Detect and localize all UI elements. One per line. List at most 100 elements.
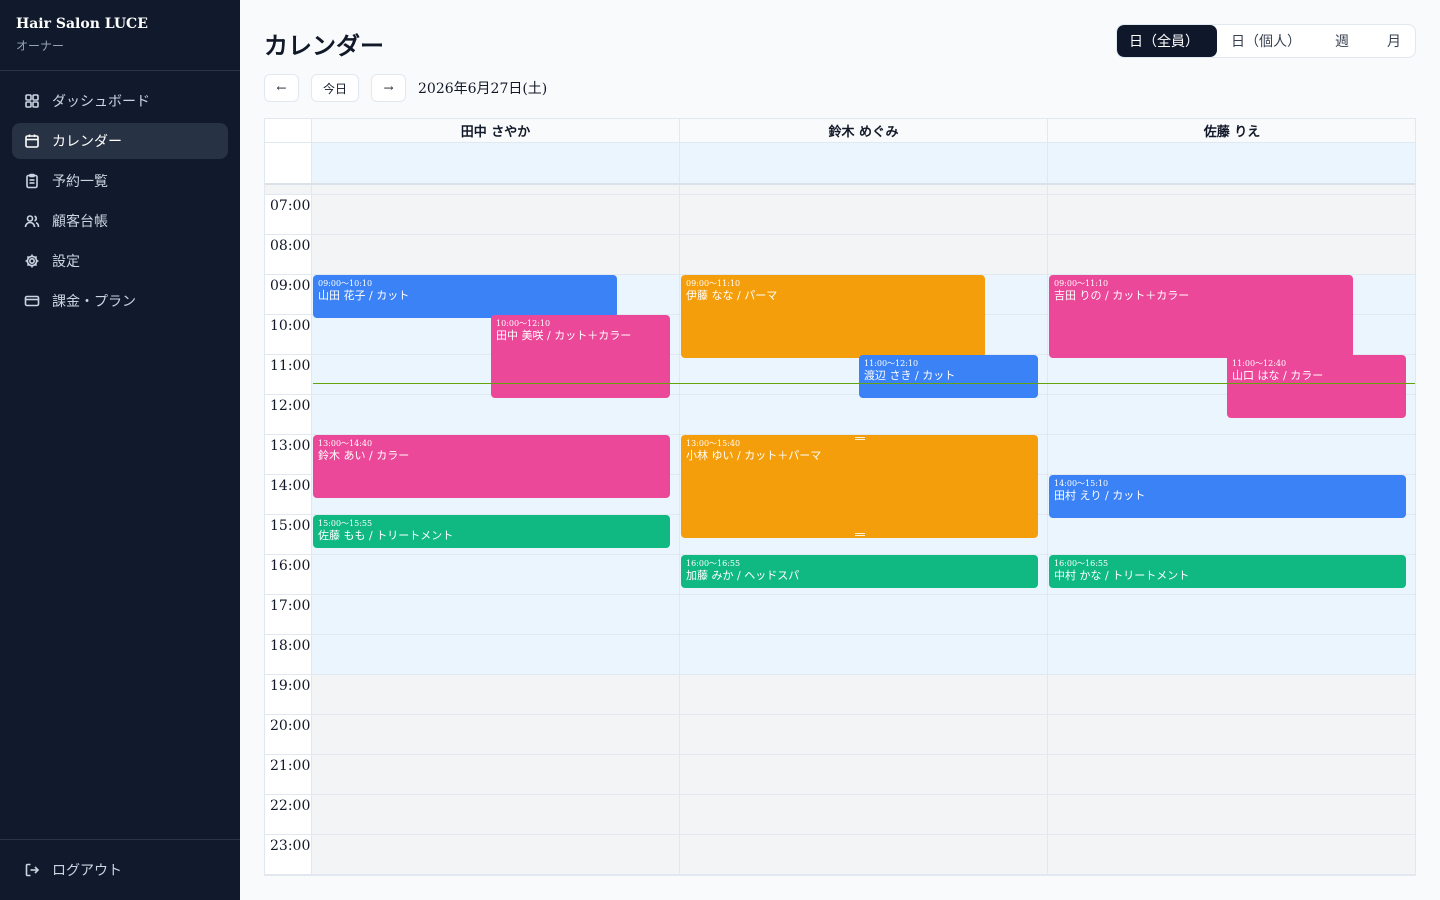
- appointment-event[interactable]: 09:00〜10:10 山田 花子 / カット: [313, 275, 617, 318]
- time-slot[interactable]: [680, 795, 1048, 834]
- date-navigation: ← 今日 → 2026年6月27日(土): [264, 74, 547, 102]
- event-title: 田中 美咲 / カット＋カラー: [496, 329, 632, 342]
- time-label: 19:00: [265, 675, 312, 714]
- appointment-event[interactable]: 11:00〜12:10 渡辺 さき / カット: [859, 355, 1038, 398]
- all-day-cell[interactable]: [680, 143, 1048, 183]
- view-day-all-button[interactable]: 日（全員）: [1117, 25, 1217, 57]
- sidebar-item-reservations[interactable]: 予約一覧: [12, 163, 228, 199]
- appointment-event[interactable]: 13:00〜14:40 鈴木 あい / カラー: [313, 435, 670, 498]
- time-slot[interactable]: [680, 195, 1048, 234]
- time-slot[interactable]: [1048, 195, 1415, 234]
- time-slot[interactable]: [312, 235, 680, 274]
- time-label: 21:00: [265, 755, 312, 794]
- event-time: 16:00〜16:55: [1054, 559, 1109, 568]
- time-slot[interactable]: [1048, 515, 1415, 554]
- time-slot[interactable]: [1048, 435, 1415, 474]
- time-slot[interactable]: [312, 795, 680, 834]
- prev-day-button[interactable]: ←: [264, 74, 299, 102]
- time-slot[interactable]: [312, 715, 680, 754]
- time-slot[interactable]: [680, 635, 1048, 674]
- time-slot[interactable]: [312, 755, 680, 794]
- time-slot[interactable]: [680, 755, 1048, 794]
- time-label: 14:00: [265, 475, 312, 514]
- credit-card-icon: [24, 293, 40, 309]
- time-slot[interactable]: [1048, 635, 1415, 674]
- hour-row: 18:00: [265, 635, 1415, 675]
- resize-handle-bottom[interactable]: [854, 532, 865, 536]
- hour-row: 21:00: [265, 755, 1415, 795]
- sidebar-item-dashboard[interactable]: ダッシュボード: [12, 83, 228, 119]
- time-slot[interactable]: [1048, 755, 1415, 794]
- hour-row: 19:00: [265, 675, 1415, 715]
- time-label: 08:00: [265, 235, 312, 274]
- sidebar-item-calendar[interactable]: カレンダー: [12, 123, 228, 159]
- time-slot[interactable]: [680, 675, 1048, 714]
- hour-row: 23:00: [265, 835, 1415, 875]
- next-day-button[interactable]: →: [371, 74, 406, 102]
- appointment-event[interactable]: 14:00〜15:10 田村 えり / カット: [1049, 475, 1406, 518]
- sidebar-item-label: 顧客台帳: [52, 214, 108, 230]
- appointment-event[interactable]: 15:00〜15:55 佐藤 もも / トリートメント: [313, 515, 670, 548]
- time-slot[interactable]: [312, 595, 680, 634]
- time-slot[interactable]: [1048, 675, 1415, 714]
- event-time: 13:00〜14:40: [318, 439, 373, 448]
- time-slot[interactable]: [1048, 715, 1415, 754]
- hour-row: 08:00: [265, 235, 1415, 275]
- event-title: 渡辺 さき / カット: [864, 369, 956, 382]
- view-month-button[interactable]: 月: [1367, 25, 1415, 57]
- time-slot[interactable]: [1048, 835, 1415, 874]
- all-day-row: [265, 143, 1415, 185]
- time-slot[interactable]: [680, 595, 1048, 634]
- appointment-event[interactable]: 09:00〜11:10 伊藤 なな / パーマ: [681, 275, 985, 358]
- time-label: 23:00: [265, 835, 312, 874]
- time-slot[interactable]: [312, 835, 680, 874]
- grid-spacer: [265, 185, 1415, 195]
- staff-column-header: 鈴木 めぐみ: [680, 119, 1048, 142]
- event-time: 11:00〜12:40: [1232, 359, 1287, 368]
- view-day-individual-button[interactable]: 日（個人）: [1217, 25, 1315, 57]
- time-slot[interactable]: [312, 635, 680, 674]
- appointment-event[interactable]: 16:00〜16:55 加藤 みか / ヘッドスパ: [681, 555, 1038, 588]
- sidebar-item-settings[interactable]: 設定: [12, 243, 228, 279]
- time-slot[interactable]: [680, 235, 1048, 274]
- appointment-event[interactable]: 11:00〜12:40 山口 はな / カラー: [1227, 355, 1406, 418]
- sidebar-item-billing[interactable]: 課金・プラン: [12, 283, 228, 319]
- all-day-cell[interactable]: [312, 143, 680, 183]
- sidebar-footer: ログアウト: [0, 839, 240, 900]
- sidebar-item-label: 予約一覧: [52, 174, 108, 190]
- appointment-event[interactable]: 16:00〜16:55 中村 かな / トリートメント: [1049, 555, 1406, 588]
- view-week-button[interactable]: 週: [1315, 25, 1367, 57]
- time-slot[interactable]: [312, 675, 680, 714]
- all-day-cell[interactable]: [1048, 143, 1415, 183]
- time-slot[interactable]: [1048, 595, 1415, 634]
- appointment-event[interactable]: 10:00〜12:10 田中 美咲 / カット＋カラー: [491, 315, 670, 398]
- appointment-event[interactable]: 09:00〜11:10 吉田 りの / カット＋カラー: [1049, 275, 1353, 358]
- calendar-header: 田中 さやか 鈴木 めぐみ 佐藤 りえ: [265, 119, 1415, 143]
- time-slot[interactable]: [312, 195, 680, 234]
- event-title: 山口 はな / カラー: [1232, 369, 1324, 382]
- event-title: 小林 ゆい / カット＋パーマ: [686, 449, 822, 462]
- time-slot[interactable]: [680, 835, 1048, 874]
- time-slot[interactable]: [680, 395, 1048, 434]
- time-slot[interactable]: [680, 715, 1048, 754]
- time-slot[interactable]: [1048, 795, 1415, 834]
- today-button[interactable]: 今日: [311, 74, 359, 102]
- time-label: 15:00: [265, 515, 312, 554]
- time-label: 11:00: [265, 355, 312, 394]
- resize-handle-top[interactable]: [854, 437, 865, 440]
- view-switch: 日（全員） 日（個人） 週 月: [1116, 24, 1416, 58]
- time-slot[interactable]: [1048, 235, 1415, 274]
- time-slot[interactable]: [312, 555, 680, 594]
- time-slot[interactable]: [312, 395, 680, 434]
- logout-button[interactable]: ログアウト: [12, 852, 228, 888]
- brand: Hair Salon LUCE オーナー: [0, 0, 240, 71]
- sidebar-item-label: 設定: [52, 254, 80, 270]
- time-label: 10:00: [265, 315, 312, 354]
- sidebar-item-customers[interactable]: 顧客台帳: [12, 203, 228, 239]
- event-time: 13:00〜15:40: [686, 439, 741, 448]
- event-title: 鈴木 あい / カラー: [318, 449, 410, 462]
- event-time: 09:00〜10:10: [318, 279, 373, 288]
- calendar-icon: [24, 133, 40, 149]
- spacer-cell: [312, 185, 680, 194]
- appointment-event[interactable]: 13:00〜15:40 小林 ゆい / カット＋パーマ: [681, 435, 1038, 538]
